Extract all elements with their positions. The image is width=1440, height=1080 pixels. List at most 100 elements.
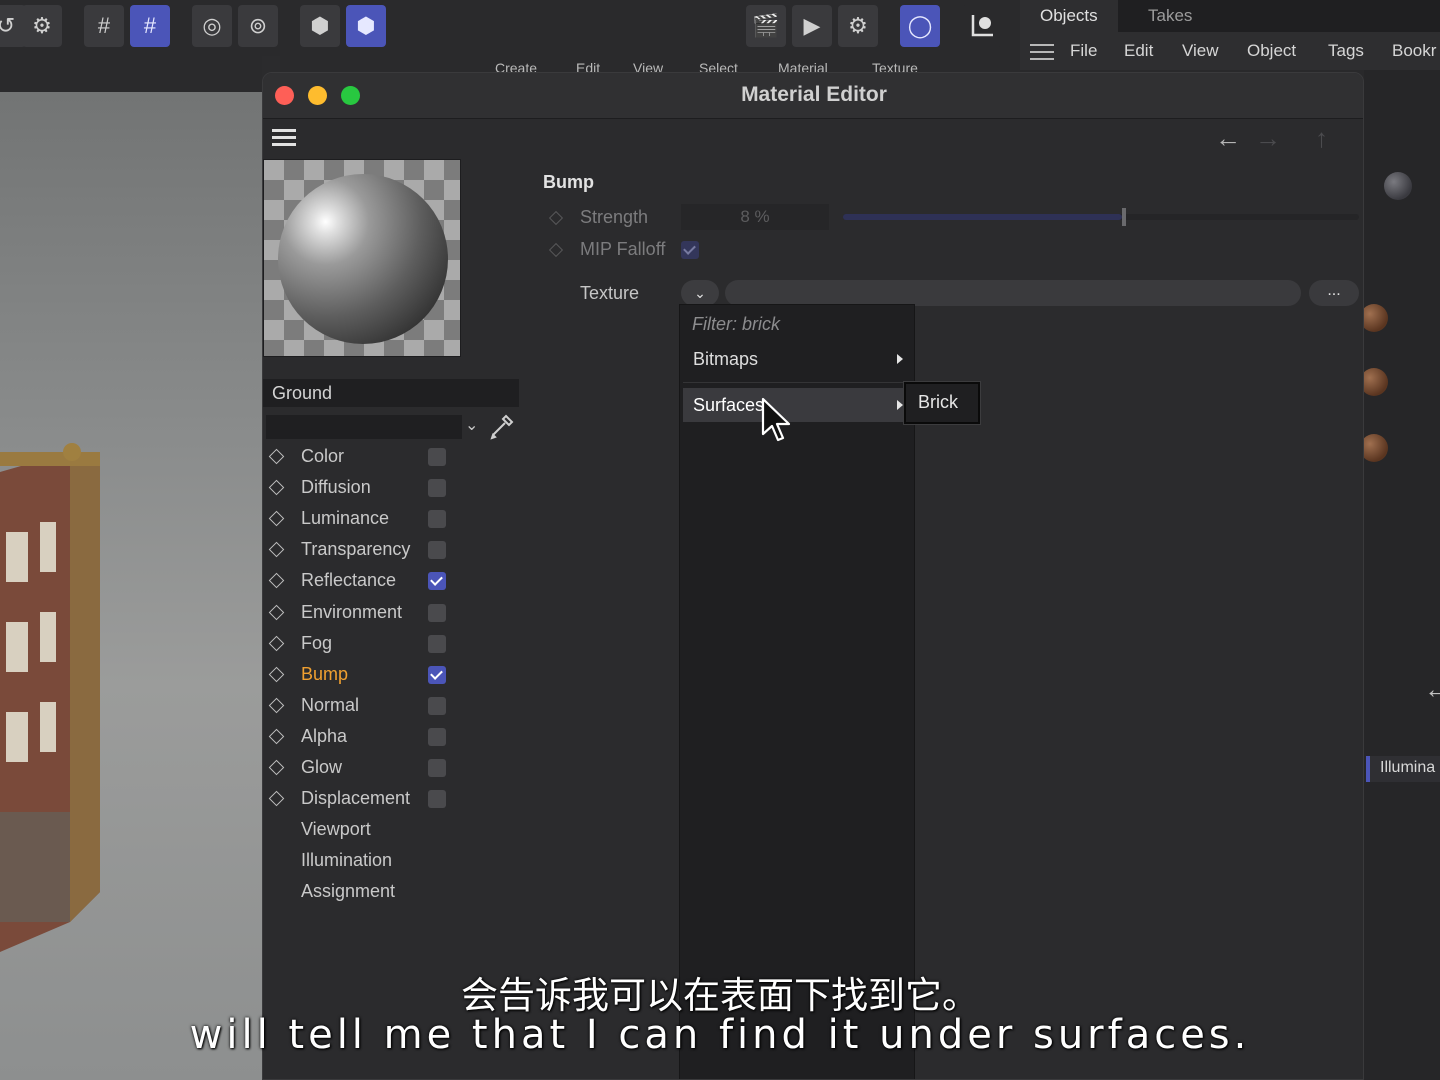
channel-viewport[interactable]: Viewport bbox=[263, 816, 519, 844]
editor-titlebar: Material Editor bbox=[263, 73, 1363, 119]
cube-icon[interactable]: ⬢ bbox=[346, 5, 386, 47]
menu-texture[interactable]: Texture bbox=[872, 60, 918, 72]
channel-alpha[interactable]: Alpha bbox=[263, 723, 519, 751]
nav-back-arrow-icon[interactable]: ← bbox=[1215, 123, 1241, 154]
channel-normal[interactable]: Normal bbox=[263, 692, 519, 720]
material-tag-icon[interactable] bbox=[1360, 434, 1388, 462]
channel-color[interactable]: Color bbox=[263, 443, 519, 471]
channel-checkbox[interactable] bbox=[428, 510, 446, 529]
channel-checkbox[interactable] bbox=[428, 665, 446, 684]
tab-objects[interactable]: Objects bbox=[1020, 0, 1118, 32]
objects-menu-file[interactable]: File bbox=[1070, 41, 1097, 61]
texture-more-button[interactable]: ... bbox=[1309, 280, 1359, 306]
channel-label: Assignment bbox=[301, 881, 396, 902]
window-title: Material Editor bbox=[741, 83, 887, 106]
objects-menu-view[interactable]: View bbox=[1182, 41, 1219, 61]
channel-displacement[interactable]: Displacement bbox=[263, 785, 519, 813]
objects-menu-hamburger-icon[interactable] bbox=[1030, 44, 1054, 60]
target-gear-icon[interactable]: ⊚ bbox=[238, 5, 278, 47]
mouse-cursor-icon bbox=[761, 397, 791, 442]
channel-bump[interactable]: Bump bbox=[263, 661, 519, 689]
menu-item-surfaces[interactable]: Surfaces bbox=[683, 388, 911, 422]
settings-gear-icon[interactable]: ⚙ bbox=[22, 5, 62, 47]
strength-slider-handle[interactable] bbox=[1121, 208, 1126, 226]
material-tag-icon[interactable] bbox=[1360, 304, 1388, 332]
chevron-down-icon[interactable]: ⌄ bbox=[465, 415, 478, 435]
submenu-item-brick[interactable]: Brick bbox=[904, 382, 980, 424]
menu-create[interactable]: Create bbox=[495, 60, 537, 72]
channel-checkbox[interactable] bbox=[428, 759, 446, 777]
objects-menu-tags[interactable]: Tags bbox=[1328, 41, 1364, 61]
mip-falloff-checkbox[interactable] bbox=[681, 241, 699, 259]
diamond-icon bbox=[268, 542, 285, 558]
material-name-field[interactable]: Ground bbox=[263, 379, 519, 407]
menu-select[interactable]: Select bbox=[699, 60, 738, 72]
back-arrow-icon[interactable]: ← bbox=[1424, 674, 1440, 705]
channel-glow[interactable]: Glow bbox=[263, 754, 519, 782]
menu-edit[interactable]: Edit bbox=[576, 60, 600, 72]
channel-checkbox[interactable] bbox=[428, 572, 446, 591]
texture-menu-button[interactable]: ⌄ bbox=[681, 280, 719, 306]
illumination-tab[interactable]: Illumina bbox=[1366, 756, 1440, 782]
tab-takes[interactable]: Takes bbox=[1128, 0, 1212, 32]
menu-view[interactable]: View bbox=[633, 60, 663, 72]
node-icon[interactable] bbox=[962, 5, 1002, 47]
channel-checkbox[interactable] bbox=[428, 603, 446, 622]
objects-tabs: Objects Takes bbox=[1020, 0, 1440, 32]
material-tag-icon[interactable] bbox=[1360, 368, 1388, 396]
channel-luminance[interactable]: Luminance bbox=[263, 505, 519, 533]
channel-checkbox[interactable] bbox=[428, 727, 446, 746]
texture-dropdown-menu: Filter: brick Bitmaps Surfaces bbox=[679, 304, 915, 1079]
channel-checkbox[interactable] bbox=[428, 634, 446, 653]
strength-keyframe-icon[interactable] bbox=[548, 210, 564, 226]
channel-diffusion[interactable]: Diffusion bbox=[263, 474, 519, 502]
channel-transparency[interactable]: Transparency bbox=[263, 536, 519, 564]
channel-reflectance[interactable]: Reflectance bbox=[263, 567, 519, 595]
channel-checkbox[interactable] bbox=[428, 479, 446, 498]
render-view-icon[interactable]: ⬢ bbox=[300, 5, 340, 47]
menu-material[interactable]: Material bbox=[778, 60, 828, 72]
material-tag-icon[interactable] bbox=[1384, 172, 1412, 200]
channel-checkbox[interactable] bbox=[428, 696, 446, 715]
channel-assignment[interactable]: Assignment bbox=[263, 878, 519, 906]
menu-item-bitmaps[interactable]: Bitmaps bbox=[683, 342, 911, 376]
mip-keyframe-icon[interactable] bbox=[548, 242, 564, 258]
redshift-icon[interactable]: ◯ bbox=[900, 5, 940, 47]
dropdown-filter: Filter: brick bbox=[692, 314, 781, 334]
objects-menu-object[interactable]: Object bbox=[1247, 41, 1296, 61]
strength-slider-fill bbox=[843, 214, 1122, 220]
diamond-icon bbox=[268, 759, 285, 776]
channel-illumination[interactable]: Illumination bbox=[263, 847, 519, 875]
3d-viewport[interactable] bbox=[0, 92, 262, 1080]
channel-label: Luminance bbox=[301, 508, 390, 529]
strength-input[interactable]: 8 % bbox=[681, 204, 829, 230]
render-settings-icon[interactable]: ⚙ bbox=[838, 5, 878, 47]
objects-menu-bookmarks[interactable]: Bookr bbox=[1392, 41, 1436, 61]
nav-up-arrow-icon[interactable]: ↑ bbox=[1315, 123, 1328, 154]
channel-checkbox[interactable] bbox=[428, 541, 446, 560]
channel-environment[interactable]: Environment bbox=[263, 599, 519, 627]
workplane-snap-icon[interactable]: # bbox=[130, 5, 170, 47]
channel-checkbox[interactable] bbox=[428, 790, 446, 809]
channel-fog[interactable]: Fog bbox=[263, 630, 519, 658]
channel-label: Fog bbox=[301, 632, 333, 653]
strength-slider[interactable] bbox=[843, 208, 1359, 226]
target-icon[interactable]: ◎ bbox=[192, 5, 232, 47]
diamond-icon bbox=[268, 573, 285, 589]
clapper-icon[interactable]: 🎬 bbox=[746, 5, 786, 47]
channel-label: Environment bbox=[301, 601, 403, 622]
material-preview[interactable] bbox=[263, 159, 461, 357]
material-type-field[interactable] bbox=[266, 415, 462, 439]
diamond-icon bbox=[268, 604, 285, 620]
channel-checkbox[interactable] bbox=[428, 448, 446, 466]
render-play-icon[interactable]: ▶ bbox=[792, 5, 832, 47]
channel-label: Reflectance bbox=[301, 570, 397, 591]
texture-path-field[interactable] bbox=[725, 280, 1301, 306]
chevron-down-icon: ⌄ bbox=[694, 285, 706, 301]
objects-menu-edit[interactable]: Edit bbox=[1124, 41, 1153, 61]
eyedropper-icon[interactable] bbox=[487, 411, 517, 441]
nav-forward-arrow-icon[interactable]: → bbox=[1255, 123, 1281, 154]
channel-label: Color bbox=[301, 446, 345, 466]
editor-menu-hamburger-icon[interactable] bbox=[272, 129, 296, 147]
grid-snap-icon[interactable]: # bbox=[84, 5, 124, 47]
